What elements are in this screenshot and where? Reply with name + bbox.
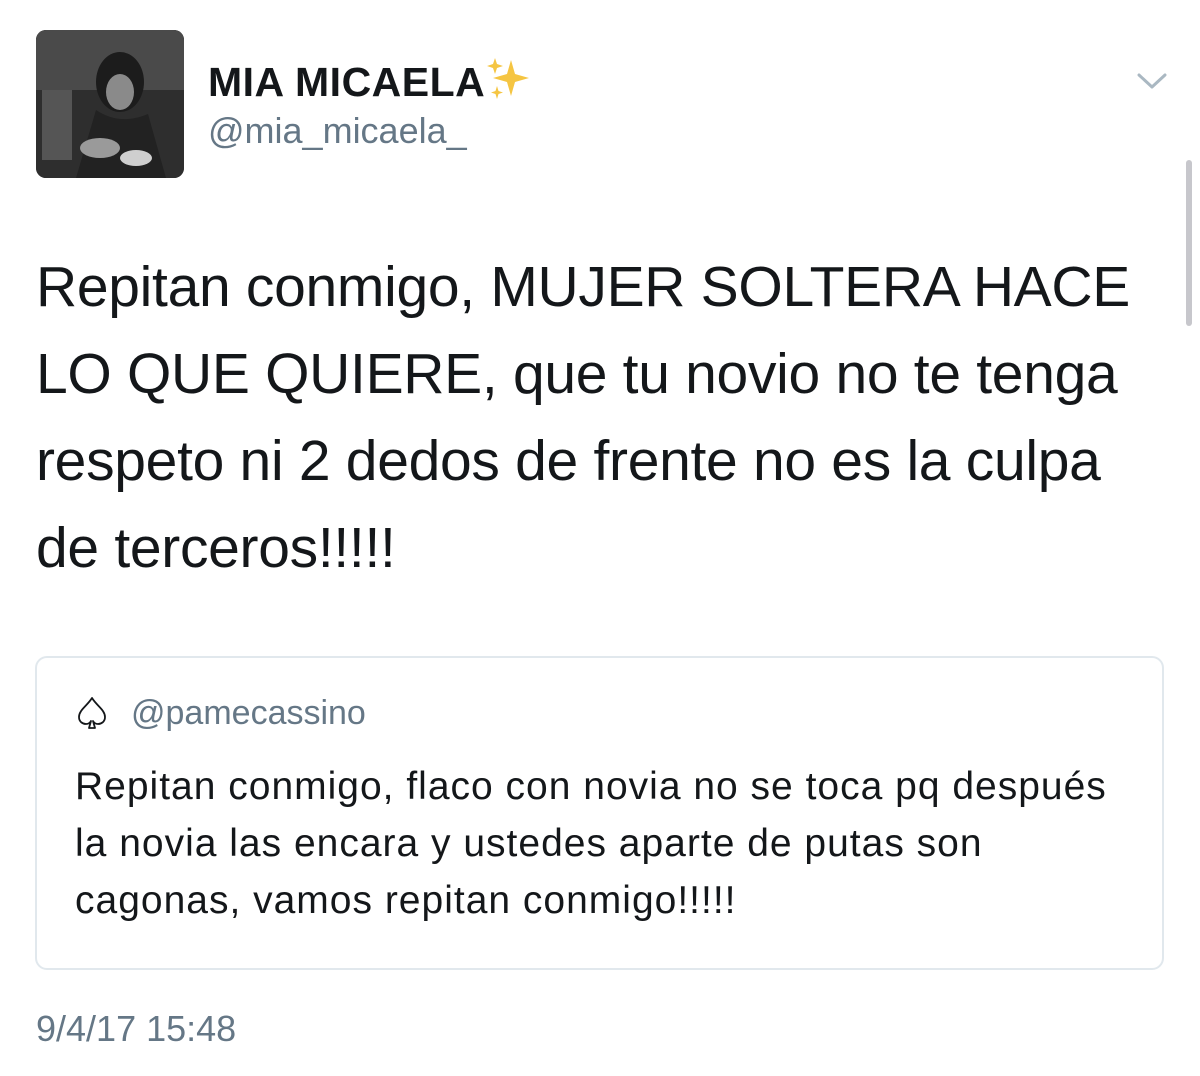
tweet: MIA MICAELA @mia_micaela_ Repitan conmig… <box>0 0 1200 1076</box>
display-name[interactable]: MIA MICAELA <box>208 56 537 106</box>
timestamp[interactable]: 9/4/17 15:48 <box>36 1008 236 1050</box>
display-name-text: MIA MICAELA <box>208 59 486 105</box>
scrollbar[interactable] <box>1186 160 1192 326</box>
quoted-text: Repitan conmigo, flaco con novia no se t… <box>75 765 1107 922</box>
tweet-text: Repitan conmigo, MUJER SOLTERA HACE LO Q… <box>36 255 1130 580</box>
chevron-down-icon[interactable] <box>1136 70 1168 92</box>
quoted-handle: @pamecassino <box>131 694 366 732</box>
quoted-tweet[interactable]: @pamecassino Repitan conmigo, flaco con … <box>35 656 1164 970</box>
avatar[interactable] <box>36 30 184 178</box>
spade-icon <box>77 696 107 730</box>
sparkles-icon <box>485 56 537 102</box>
author-handle[interactable]: @mia_micaela_ <box>208 110 467 152</box>
